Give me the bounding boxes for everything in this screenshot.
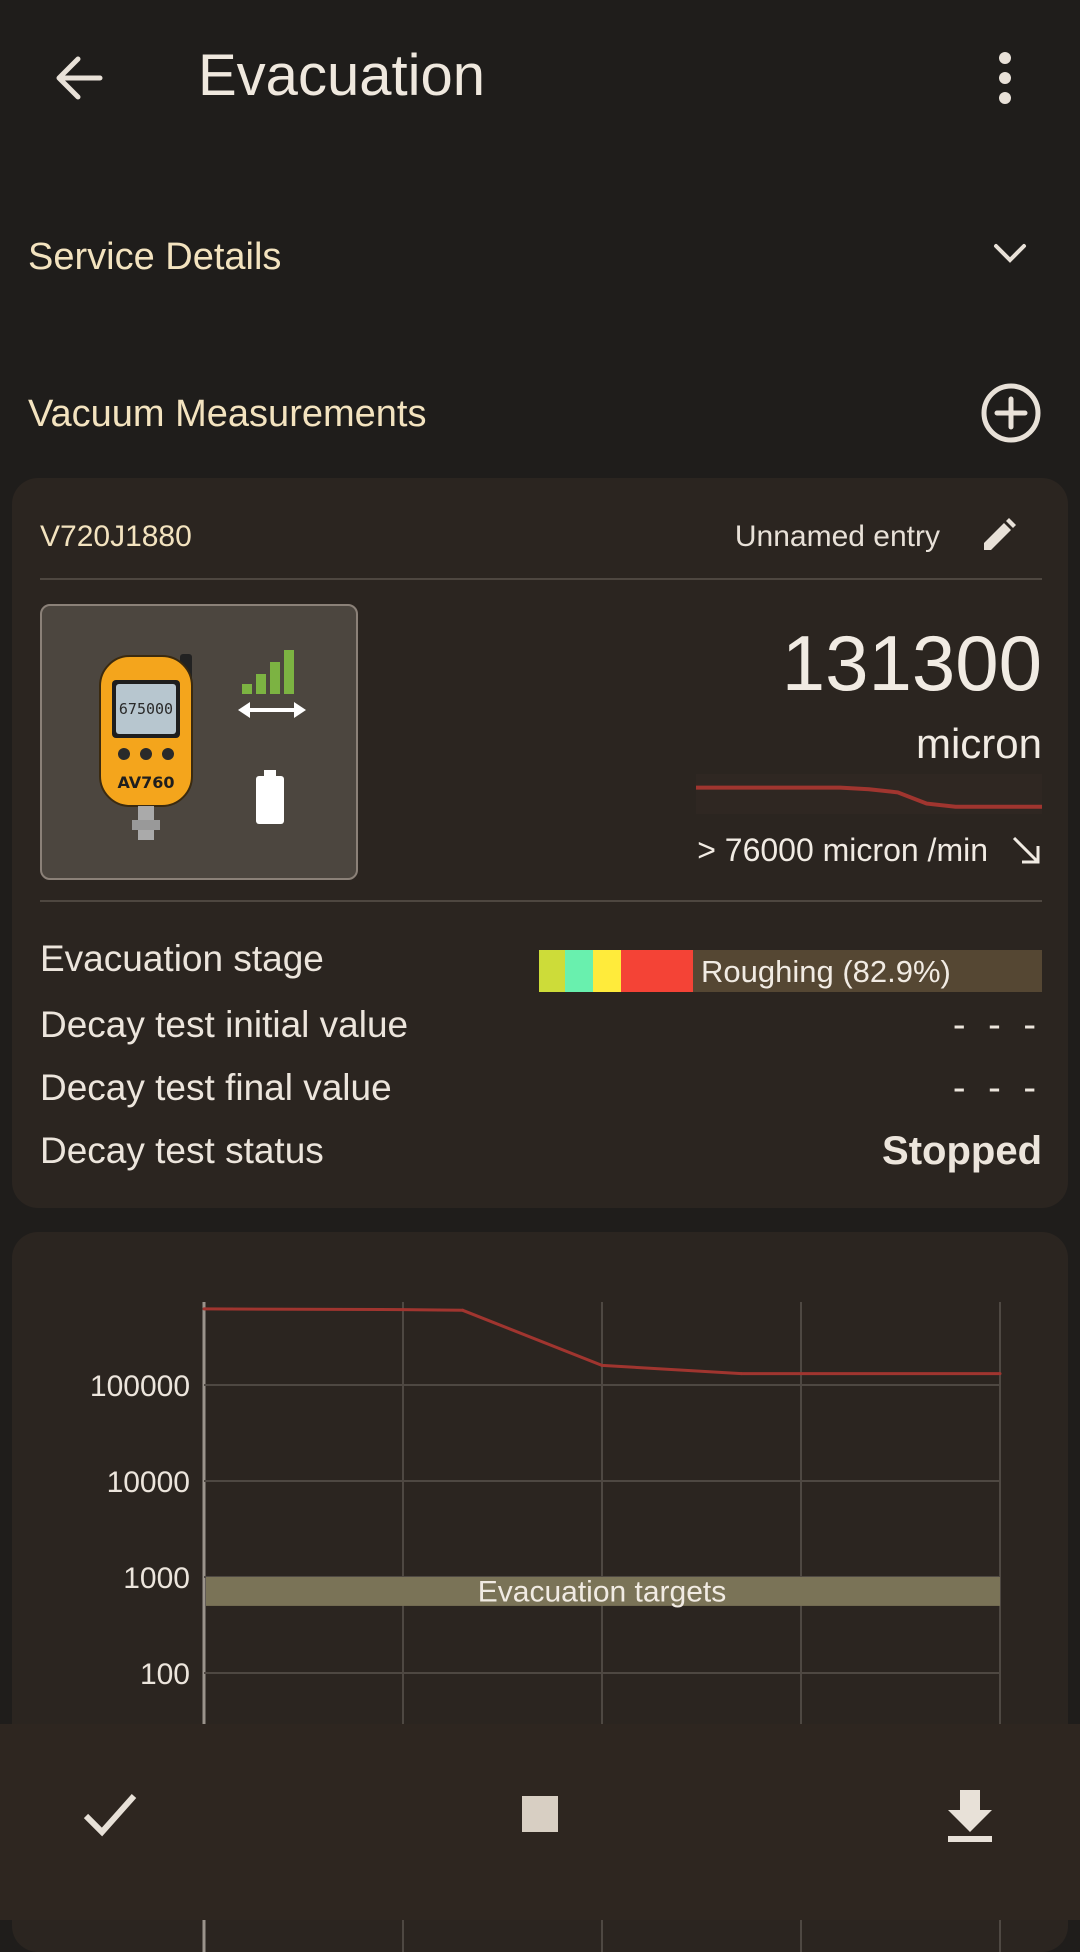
measurement-card[interactable]: V720J1880 Unnamed entry 675000 AV760 131… <box>12 478 1068 1208</box>
decay-final-label: Decay test final value <box>40 1067 392 1108</box>
edit-pencil-icon[interactable] <box>978 516 1018 556</box>
entry-name[interactable]: Unnamed entry <box>735 520 940 554</box>
y-tick-label: 1000 <box>123 1562 190 1595</box>
device-screen-value: 675000 <box>119 700 173 718</box>
back-arrow-icon[interactable] <box>48 48 108 108</box>
vacuum-data-point <box>998 1372 1002 1376</box>
evacuation-stage-bar: Roughing (82.9%) <box>539 950 1042 992</box>
y-tick-label: 100000 <box>90 1370 190 1403</box>
vacuum-data-point <box>461 1308 465 1312</box>
stop-icon[interactable] <box>510 1784 570 1844</box>
bidirectional-arrow-icon <box>238 702 306 718</box>
decay-final-value: - - - <box>952 1067 1042 1109</box>
bottom-action-bar <box>0 1724 1080 1920</box>
target-band-label: Evacuation targets <box>478 1575 726 1608</box>
device-serial: V720J1880 <box>40 520 192 553</box>
divider <box>40 900 1042 902</box>
chevron-down-icon[interactable] <box>990 238 1030 268</box>
more-options-icon[interactable] <box>990 50 1020 106</box>
evacuation-stage-value: Roughing (82.9%) <box>701 954 951 989</box>
evacuation-stage-label: Evacuation stage <box>40 938 324 979</box>
current-reading: 131300 <box>781 619 1042 707</box>
vacuum-data-point <box>401 1308 405 1312</box>
vacuum-measurements-header: Vacuum Measurements <box>28 393 427 435</box>
signal-strength-icon <box>242 650 294 694</box>
battery-icon <box>256 770 284 824</box>
device-model: AV760 <box>117 773 174 792</box>
stage-segment <box>539 950 565 992</box>
download-icon[interactable] <box>940 1784 1000 1844</box>
page-title: Evacuation <box>198 43 485 108</box>
vacuum-gauge-icon: 675000 AV760 <box>99 654 193 840</box>
stage-segment <box>565 950 593 992</box>
stage-segment <box>621 950 693 992</box>
y-tick-label: 10000 <box>107 1466 190 1499</box>
divider <box>40 578 1042 580</box>
add-circle-icon[interactable] <box>980 382 1042 444</box>
decay-status-value: Stopped <box>882 1129 1042 1173</box>
arrow-down-right-icon <box>1012 836 1040 864</box>
decay-initial-label: Decay test initial value <box>40 1004 409 1045</box>
service-details-header[interactable]: Service Details <box>28 236 281 279</box>
decay-initial-value: - - - <box>952 1004 1042 1046</box>
reading-unit: micron <box>915 720 1042 767</box>
evacuation-rate: > 76000 micron /min <box>697 832 988 868</box>
vacuum-data-point <box>739 1372 743 1376</box>
check-icon[interactable] <box>80 1784 140 1844</box>
device-image: 675000 AV760 <box>40 604 358 880</box>
vacuum-data-point <box>202 1307 206 1311</box>
app-bar: Evacuation <box>0 0 1080 160</box>
stage-segment <box>593 950 621 992</box>
decay-status-label: Decay test status <box>40 1130 324 1171</box>
vacuum-data-point <box>600 1363 604 1367</box>
reading-sparkline <box>696 774 1042 814</box>
y-tick-label: 100 <box>140 1658 190 1691</box>
